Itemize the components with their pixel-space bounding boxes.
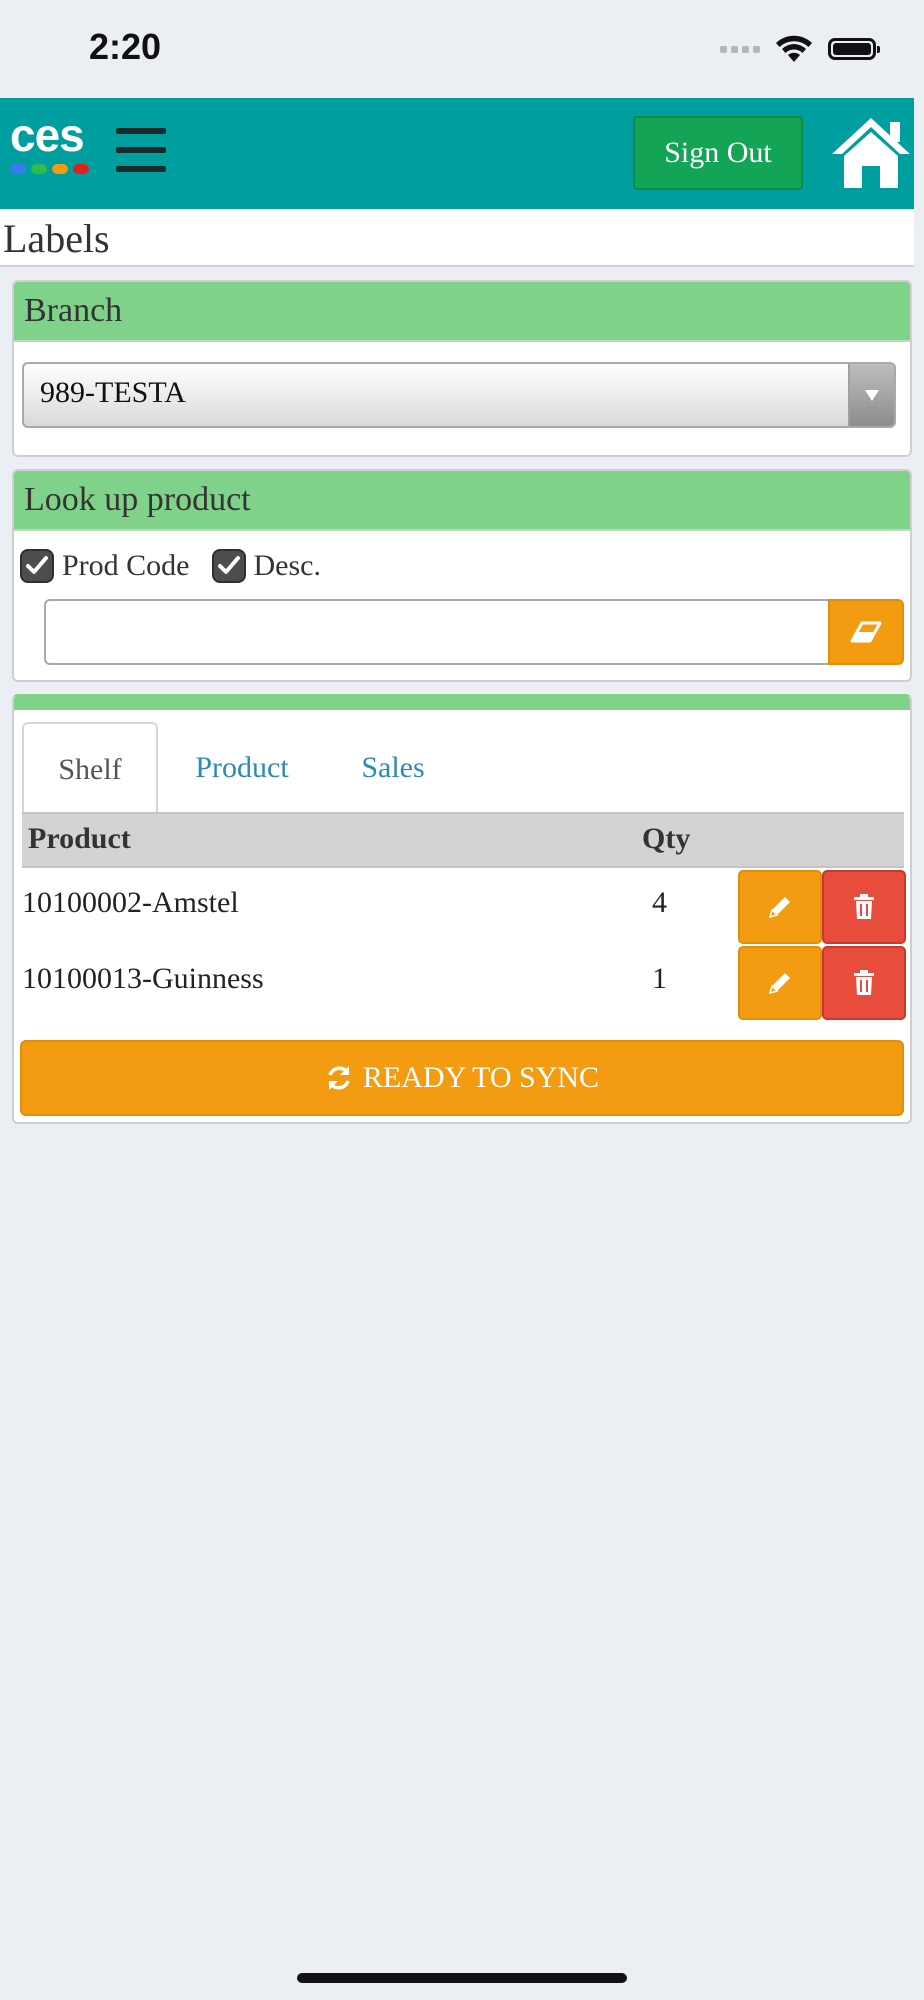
status-bar: 2:20 [0, 0, 924, 98]
lookup-panel: Look up product Prod Code Desc. [12, 469, 912, 682]
tab-bar: Shelf Product Sales [22, 722, 904, 814]
clear-search-button[interactable] [828, 599, 904, 665]
table-row: 10100013-Guinness 1 [22, 944, 906, 1020]
edit-row-button[interactable] [738, 946, 822, 1020]
desc-label[interactable]: Desc. [254, 549, 321, 583]
branch-select[interactable]: 989-TESTA [22, 362, 896, 428]
product-search-input[interactable] [44, 599, 830, 665]
tab-sales[interactable]: Sales [328, 722, 458, 814]
sync-label: READY TO SYNC [362, 1061, 600, 1094]
checkmark-icon [217, 556, 240, 574]
status-time: 2:20 [89, 26, 162, 67]
logo-dot-blue [10, 164, 26, 174]
lookup-heading: Look up product [14, 471, 910, 531]
signal-icon [720, 45, 760, 53]
trash-icon [854, 894, 874, 919]
logo-dots [10, 164, 100, 174]
sign-out-button[interactable]: Sign Out [633, 116, 803, 190]
shelf-table: Product Qty 10100002-Amstel 4 10100013-G… [22, 812, 906, 1020]
ready-to-sync-button[interactable]: READY TO SYNC [20, 1040, 904, 1116]
list-panel-topbar [14, 696, 910, 710]
table-row: 10100002-Amstel 4 [22, 868, 906, 944]
select-arrow [848, 364, 894, 426]
wifi-icon [776, 35, 812, 62]
prod-code-label[interactable]: Prod Code [62, 549, 190, 583]
row-product: 10100013-Guinness [22, 962, 264, 995]
app-header: ces Sign Out [0, 98, 914, 209]
delete-row-button[interactable] [822, 946, 906, 1020]
tab-shelf[interactable]: Shelf [22, 722, 158, 814]
hamburger-menu-icon[interactable] [116, 128, 166, 180]
eraser-icon [850, 621, 882, 643]
page-title: Labels [3, 216, 110, 261]
logo-dot-orange [52, 164, 68, 174]
battery-icon [828, 38, 880, 60]
column-header-product: Product [28, 822, 131, 855]
ces-logo: ces [10, 112, 100, 182]
status-icons [720, 34, 880, 64]
pencil-icon [768, 973, 790, 995]
pencil-icon [768, 897, 790, 919]
home-icon[interactable] [828, 114, 914, 190]
refresh-icon [328, 1066, 350, 1090]
lookup-options: Prod Code Desc. [20, 549, 343, 583]
logo-text: ces [10, 109, 85, 161]
row-qty: 4 [652, 886, 667, 919]
checkmark-icon [26, 556, 48, 574]
branch-select-value: 989-TESTA [40, 376, 186, 409]
row-product: 10100002-Amstel [22, 886, 239, 919]
prod-code-checkbox[interactable] [20, 549, 54, 583]
delete-row-button[interactable] [822, 870, 906, 944]
logo-dot-red [73, 164, 89, 174]
column-header-qty: Qty [642, 822, 691, 855]
tab-product[interactable]: Product [172, 722, 312, 814]
branch-panel: Branch 989-TESTA [12, 280, 912, 457]
page-title-bar: Labels [0, 209, 914, 267]
home-indicator[interactable] [297, 1973, 627, 1983]
logo-dot-green [31, 164, 47, 174]
table-header: Product Qty [22, 812, 904, 868]
row-qty: 1 [652, 962, 667, 995]
branch-heading: Branch [14, 282, 910, 342]
chevron-down-icon [865, 389, 879, 401]
trash-icon [854, 970, 874, 995]
desc-checkbox[interactable] [211, 549, 246, 583]
edit-row-button[interactable] [738, 870, 822, 944]
